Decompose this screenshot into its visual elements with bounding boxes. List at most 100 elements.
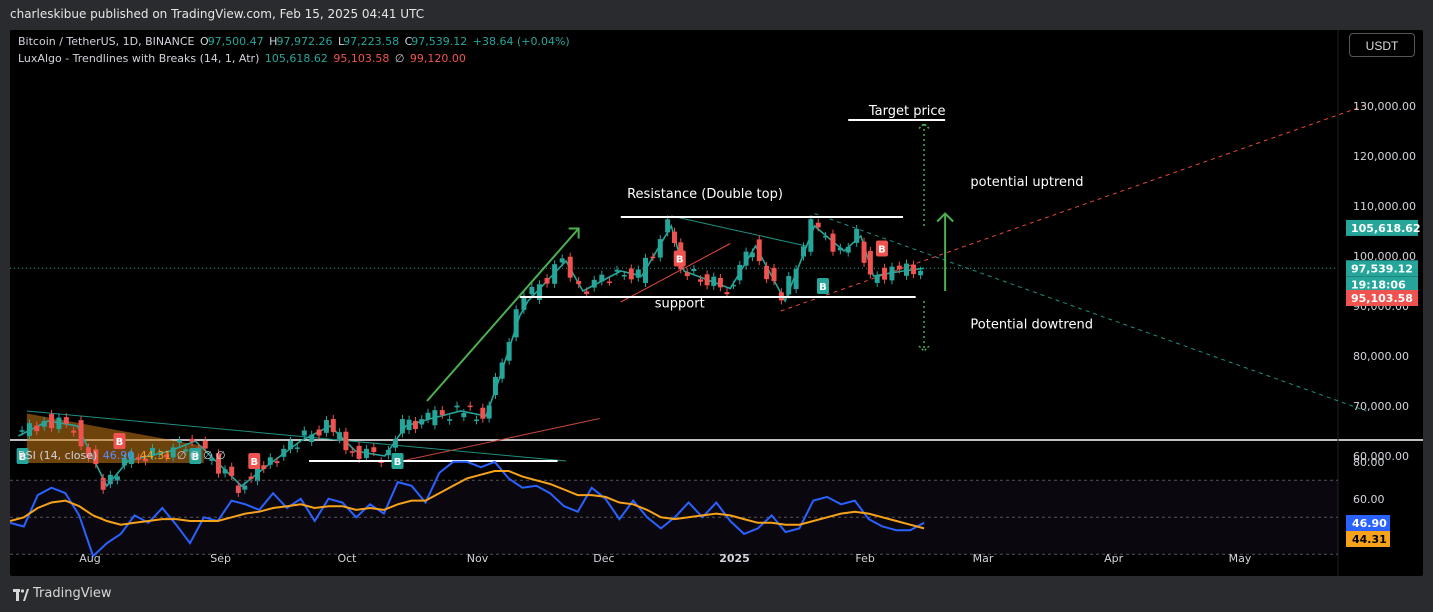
candle-body <box>222 469 228 474</box>
candle-body <box>473 419 479 422</box>
symbol-legend: Bitcoin / TetherUS, 1D, BINANCE O97,500.… <box>18 35 572 48</box>
candle-body <box>749 252 755 258</box>
price-axis-tick: 130,000.00 <box>1353 100 1416 113</box>
candle-body <box>467 405 473 408</box>
time-axis-tick: Nov <box>467 552 489 565</box>
candle-body <box>793 269 799 290</box>
candle-body <box>309 434 315 442</box>
candle-body <box>711 276 717 286</box>
chart-panel[interactable]: B B B B B B B B Target price Resistance (Double t… <box>10 30 1423 576</box>
candle-body <box>671 231 677 243</box>
price-axis-tick: 80,000.00 <box>1353 350 1409 363</box>
candle-body <box>363 448 369 459</box>
candle-body <box>330 419 336 433</box>
price-axis-label: 95,103.58 <box>1351 292 1413 305</box>
price-axis-tick: 110,000.00 <box>1353 200 1416 213</box>
candle-body <box>323 420 329 433</box>
candle-body <box>492 377 498 396</box>
tradingview-brand: TradingView <box>33 586 112 601</box>
time-axis-tick: Dec <box>593 552 614 565</box>
change-value: +38.64 (+0.04%) <box>472 35 570 48</box>
candle-body <box>606 281 612 283</box>
candle-body <box>896 265 902 270</box>
rsi-axis-tick: 60.00 <box>1353 493 1385 506</box>
candle-body <box>882 267 888 280</box>
candle-body <box>764 265 770 280</box>
candle-body <box>786 276 792 295</box>
candle-body <box>628 268 634 280</box>
candle-body <box>412 420 418 430</box>
candle-body <box>461 413 467 418</box>
indicator-empty-symbol: ∅ <box>394 52 405 65</box>
candle-body <box>486 405 492 419</box>
candle-body <box>439 410 445 415</box>
signal-marker-label: B <box>116 437 124 448</box>
candle-body <box>756 239 762 262</box>
teal-trendline-2 <box>671 215 807 247</box>
publish-header: charleskibue published on TradingView.co… <box>0 0 1433 30</box>
candle-body <box>41 420 47 427</box>
candle-body <box>591 279 597 288</box>
candle-body <box>544 278 550 284</box>
candle-body <box>281 448 287 457</box>
candle-body <box>704 274 710 286</box>
price-chart-svg[interactable]: BBB B BBBBTarget priceResistance (Double t… <box>10 30 1423 576</box>
price-axis-label: 105,618.62 <box>1351 222 1421 235</box>
candle-body <box>56 417 62 429</box>
candle-body <box>889 266 895 281</box>
candle-body <box>665 219 671 233</box>
price-axis-label: 97,539.12 <box>1351 262 1413 275</box>
candle-body <box>356 445 362 459</box>
time-axis-tick: Sep <box>210 552 231 565</box>
candle-body <box>26 423 32 437</box>
indicator-name: LuxAlgo - Trendlines with Breaks (14, 1,… <box>18 52 260 65</box>
candle-body <box>349 451 355 453</box>
rsi-ma-label: 44.31 <box>1352 533 1387 546</box>
annotation-potential-uptrend: potential uptrend <box>970 175 1083 190</box>
signal-marker-label: B <box>250 457 258 468</box>
currency-unit-button[interactable]: USDT <box>1349 33 1415 57</box>
candle-body <box>294 447 300 449</box>
candle-body <box>19 430 25 432</box>
candle-body <box>432 410 438 426</box>
candle-body <box>874 275 880 283</box>
candle-body <box>576 281 582 285</box>
time-axis-tick: Mar <box>973 552 994 565</box>
candle-body <box>189 438 195 442</box>
candle-body <box>447 419 453 421</box>
price-axis-label: 19:18:06 <box>1351 279 1406 292</box>
candle-body <box>63 417 69 424</box>
candle-body <box>343 431 349 451</box>
candle-body <box>406 419 412 431</box>
rsi-legend: RSI (14, close) 46.90 44.31 ∅ ∅ ∅ ∅ <box>18 449 228 462</box>
candle-body <box>657 239 663 258</box>
time-axis-tick: Aug <box>79 552 100 565</box>
candle-body <box>698 279 704 282</box>
candle-body <box>337 432 343 440</box>
annotation-resistance-double-top-: Resistance (Double top) <box>627 187 783 202</box>
candle-body <box>845 246 851 253</box>
candle-body <box>419 419 425 425</box>
indicator-legend: LuxAlgo - Trendlines with Breaks (14, 1,… <box>18 52 468 65</box>
candle-body <box>861 241 867 263</box>
candle-body <box>248 476 254 479</box>
indicator-upper-value: 105,618.62 <box>264 52 328 65</box>
candle-body <box>371 447 377 453</box>
annotation-support: support <box>655 297 705 312</box>
symbol-name: Bitcoin / TetherUS, 1D, BINANCE <box>18 35 195 48</box>
time-axis-tick: Oct <box>337 552 357 565</box>
candle-body <box>737 264 743 281</box>
candle-body <box>800 246 806 257</box>
annotation-target-price: Target price <box>868 104 946 119</box>
candle-body <box>635 269 641 278</box>
candle-body <box>559 258 565 263</box>
open-value: 97,500.47 <box>207 35 264 48</box>
candle-body <box>808 219 814 252</box>
candle-body <box>599 274 605 282</box>
candle-body <box>392 439 398 448</box>
candle-body <box>567 256 573 278</box>
candle-body <box>614 269 620 272</box>
candle-body <box>34 425 40 432</box>
candle-body <box>385 449 391 456</box>
candle-body <box>552 264 558 284</box>
